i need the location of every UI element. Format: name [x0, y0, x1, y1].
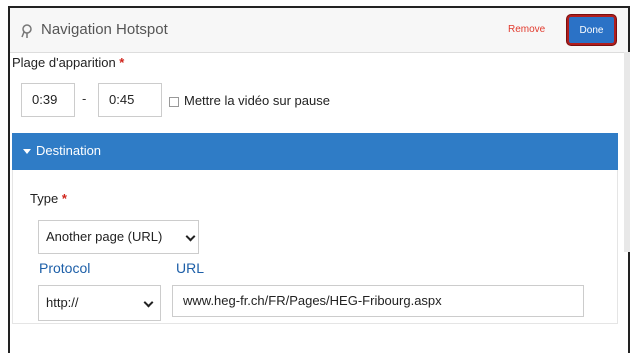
type-select-value: Another page (URL) — [46, 229, 163, 244]
panel-title: Navigation Hotspot — [41, 21, 168, 38]
url-label: URL — [176, 260, 205, 276]
required-marker: * — [119, 55, 125, 70]
chevron-down-icon — [185, 231, 196, 242]
chevron-down-icon — [143, 297, 154, 308]
caret-down-icon — [23, 149, 31, 154]
protocol-select[interactable]: http:// — [38, 285, 161, 321]
start-time-input[interactable]: 0:39 — [21, 83, 75, 117]
scrollbar[interactable] — [624, 52, 630, 252]
pause-video-label: Mettre la vidéo sur pause — [184, 93, 330, 108]
end-time-input[interactable]: 0:45 — [98, 83, 162, 117]
hotspot-pin-icon — [21, 24, 32, 38]
panel-header: Navigation Hotspot Remove Done — [10, 8, 628, 53]
time-separator: - — [82, 91, 87, 106]
destination-label: Destination — [36, 143, 102, 158]
destination-section-header[interactable]: Destination — [12, 133, 618, 170]
required-marker: * — [61, 191, 67, 206]
url-input[interactable]: www.heg-fr.ch/FR/Pages/HEG-Fribourg.aspx — [172, 285, 584, 317]
remove-button[interactable]: Remove — [508, 24, 545, 35]
done-button[interactable]: Done — [567, 15, 616, 45]
timing-label: Plage d'apparition * — [12, 55, 125, 70]
protocol-label: Protocol — [39, 260, 91, 276]
pause-video-checkbox[interactable] — [169, 97, 179, 107]
protocol-select-value: http:// — [46, 295, 79, 310]
type-select[interactable]: Another page (URL) — [38, 220, 199, 254]
type-label: Type * — [30, 191, 67, 206]
